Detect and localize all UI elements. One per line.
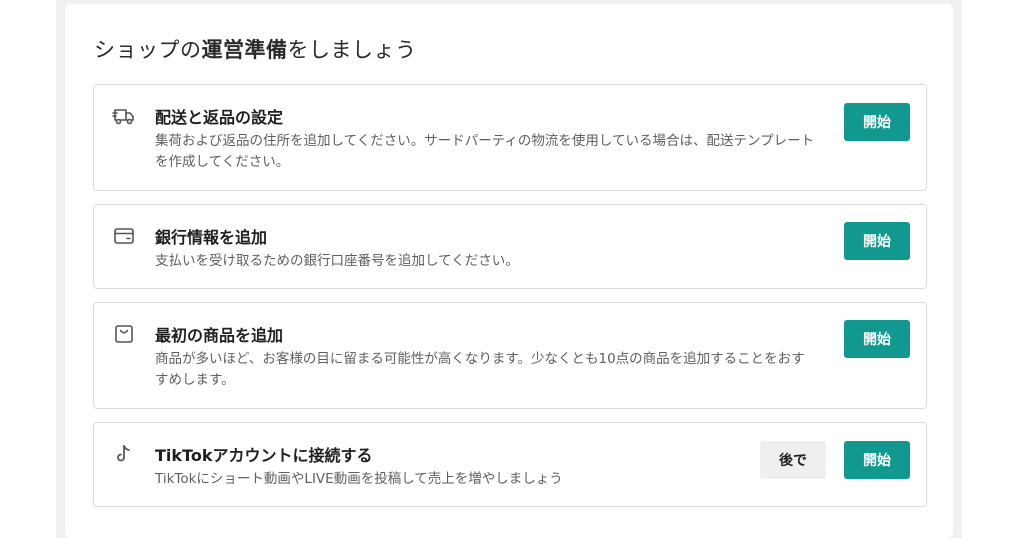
- task-title: 銀行情報を追加: [155, 228, 268, 247]
- later-button-tiktok[interactable]: 後で: [760, 441, 826, 479]
- task-card-product: 最初の商品を追加 商品が多いほど、お客様の目に留まる可能性が高くなります。少なく…: [93, 302, 927, 409]
- task-card-tiktok: TikTokアカウントに接続する TikTokにショート動画やLIVE動画を投稿…: [93, 422, 927, 507]
- task-description: 商品が多いほど、お客様の目に留まる可能性が高くなります。少なくとも10点の商品を…: [155, 351, 805, 388]
- start-button-product[interactable]: 開始: [844, 320, 910, 358]
- task-title: TikTokアカウントに接続する: [155, 446, 373, 465]
- task-description: TikTokにショート動画やLIVE動画を投稿して売上を増やしましょう: [155, 471, 563, 487]
- task-card-bank: 銀行情報を追加 支払いを受け取るための銀行口座番号を追加してください。 開始: [93, 204, 927, 289]
- panel-title-strong: 運営準備: [201, 38, 288, 62]
- start-button-tiktok[interactable]: 開始: [844, 441, 910, 479]
- truck-icon: [112, 105, 136, 127]
- task-description: 支払いを受け取るための銀行口座番号を追加してください。: [155, 253, 519, 269]
- onboarding-panel: ショップの運営準備をしましょう 配送と返品の設定 集荷および返品の住所を追加して…: [65, 4, 953, 538]
- shopping-bag-icon: [112, 323, 136, 345]
- task-title: 最初の商品を追加: [155, 326, 284, 345]
- task-title: 配送と返品の設定: [155, 108, 284, 127]
- task-card-shipping: 配送と返品の設定 集荷および返品の住所を追加してください。サードパーティの物流を…: [93, 84, 927, 191]
- panel-title-suffix: をしましょう: [287, 38, 417, 62]
- tiktok-icon: [112, 443, 136, 465]
- task-description: 集荷および返品の住所を追加してください。サードパーティの物流を使用している場合は…: [155, 133, 815, 170]
- panel-title-prefix: ショップの: [94, 38, 202, 62]
- card-icon: [112, 225, 136, 247]
- start-button-bank[interactable]: 開始: [844, 222, 910, 260]
- panel-title: ショップの運営準備をしましょう: [94, 34, 417, 64]
- start-button-shipping[interactable]: 開始: [844, 103, 910, 141]
